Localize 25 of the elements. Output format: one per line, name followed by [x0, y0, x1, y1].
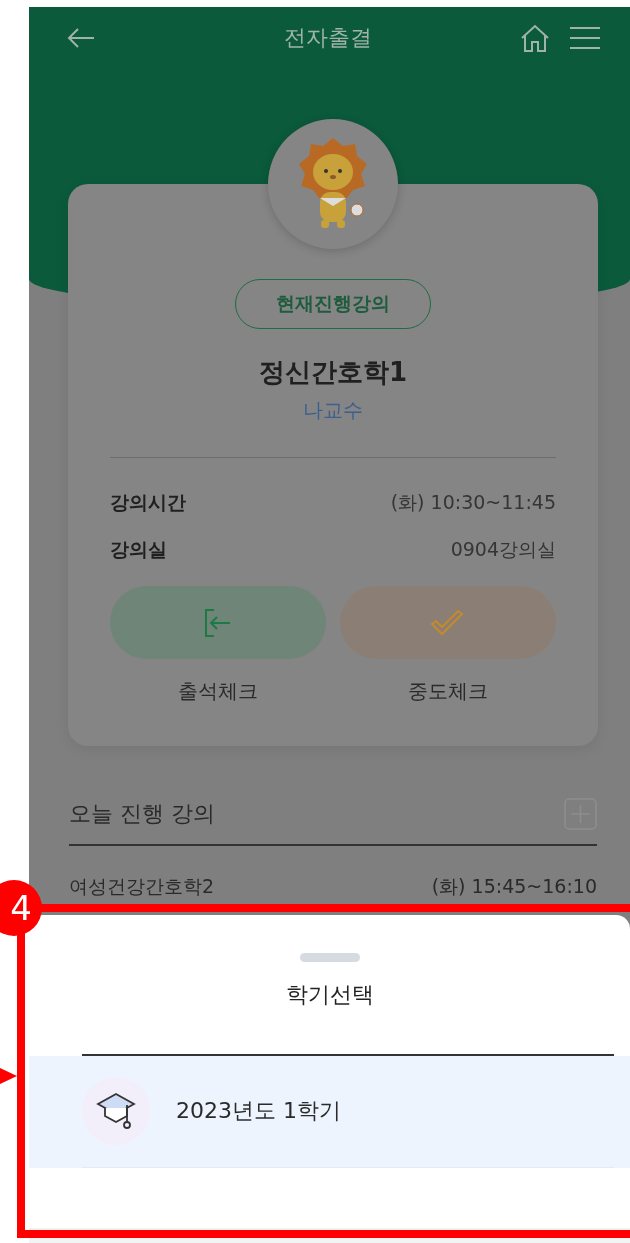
lecture-name: 정신간호학1 [258, 356, 408, 389]
status-badge: 현재진행강의 [235, 279, 431, 329]
lecture-time: (화) 15:45~16:10 [431, 874, 597, 899]
back-arrow-icon [67, 27, 95, 49]
pointer-arrow-icon [0, 1068, 17, 1084]
home-button[interactable] [520, 24, 550, 52]
lecture-name: 여성건강간호학2 [69, 874, 215, 899]
back-button[interactable] [67, 27, 95, 49]
action-label: 출석체크 [178, 678, 258, 705]
check-icon [430, 607, 466, 638]
detail-value: (화) 10:30~11:45 [390, 490, 556, 515]
sheet-title: 학기선택 [285, 981, 374, 1009]
semester-item[interactable]: 2023년도 1학기 [29, 1055, 630, 1168]
section-title: 오늘 진행 강의 [69, 800, 215, 828]
detail-label: 강의실 [110, 537, 167, 562]
semester-label: 2023년도 1학기 [176, 1097, 341, 1125]
professor-name: 나교수 [303, 397, 363, 423]
detail-value: 0904강의실 [450, 537, 556, 562]
menu-button[interactable] [570, 26, 600, 50]
home-icon [520, 24, 550, 52]
sheet-handle[interactable] [299, 953, 360, 962]
action-label: 중도체크 [408, 678, 488, 705]
screen-title: 전자출결 [282, 24, 373, 52]
menu-icon [570, 26, 600, 50]
detail-label: 강의시간 [110, 490, 186, 515]
